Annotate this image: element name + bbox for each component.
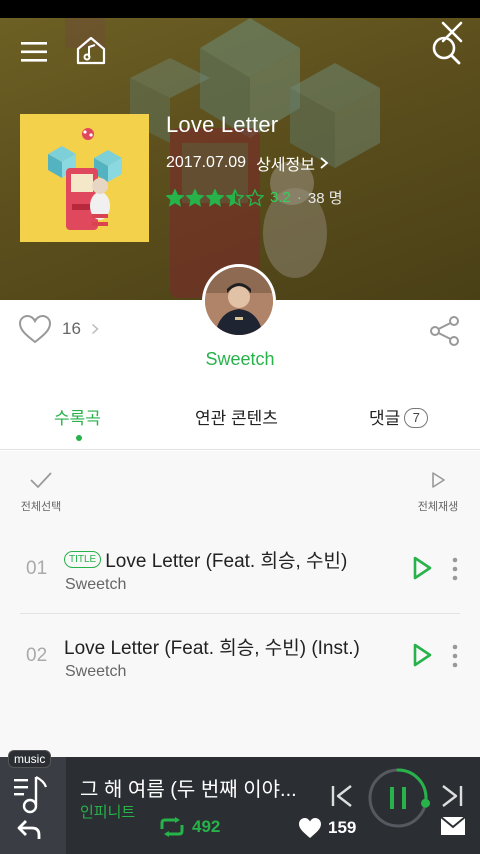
star-icon bbox=[206, 188, 224, 207]
album-detail-link[interactable]: 상세정보 bbox=[256, 151, 329, 175]
play-all-label: 전체재생 bbox=[417, 501, 459, 513]
star-icon bbox=[186, 188, 204, 207]
like-button[interactable]: 16 bbox=[18, 314, 99, 344]
check-icon bbox=[30, 472, 52, 489]
menu-icon[interactable] bbox=[14, 32, 54, 72]
album-hero: Love Letter 2017.07.09 상세정보 3.2 · 38 명 bbox=[0, 18, 480, 300]
track-number: 01 bbox=[26, 558, 48, 579]
player-like-count: 159 bbox=[328, 818, 357, 837]
now-playing-artist[interactable]: 인피니트 bbox=[80, 801, 135, 822]
prev-icon[interactable] bbox=[330, 783, 354, 809]
now-playing-title[interactable]: 그 해 여름 (두 번째 이야... bbox=[80, 773, 297, 802]
rating-score: 3.2 bbox=[270, 189, 291, 206]
search-icon[interactable] bbox=[426, 30, 466, 70]
track-title: Love Letter (Feat. 희승, 수빈) bbox=[105, 551, 348, 572]
pause-button[interactable] bbox=[366, 766, 430, 830]
tab-tracks[interactable]: 수록곡 bbox=[54, 404, 101, 429]
track-artist: Sweetch bbox=[65, 663, 127, 680]
repost-button[interactable]: 492 bbox=[158, 817, 220, 837]
home-music-icon[interactable] bbox=[71, 30, 111, 70]
select-all-label: 전체선택 bbox=[20, 501, 62, 513]
track-row[interactable]: 01 TITLE Love Letter (Feat. 희승, 수빈) Swee… bbox=[0, 528, 480, 614]
tab-comments-label: 댓글 bbox=[369, 409, 401, 428]
more-icon[interactable] bbox=[446, 643, 464, 669]
next-icon[interactable] bbox=[440, 783, 464, 809]
repost-icon bbox=[160, 817, 184, 837]
tab-related[interactable]: 연관 콘텐츠 bbox=[195, 404, 278, 429]
artist-name[interactable]: Sweetch bbox=[0, 349, 480, 370]
pause-icon bbox=[390, 787, 394, 809]
rating-row[interactable]: 3.2 · 38 명 bbox=[166, 187, 343, 208]
playlist-icon[interactable] bbox=[12, 775, 52, 819]
album-title: Love Letter bbox=[166, 112, 279, 137]
repost-count: 492 bbox=[192, 817, 221, 836]
mail-icon[interactable] bbox=[440, 815, 466, 837]
track-title: Love Letter (Feat. 희승, 수빈) (Inst.) bbox=[64, 638, 360, 659]
rating-stars bbox=[166, 188, 264, 207]
track-artist: Sweetch bbox=[65, 576, 127, 593]
rating-count: 38 명 bbox=[307, 190, 343, 207]
comment-count-badge: 7 bbox=[404, 408, 429, 428]
content-tabs: 수록곡 연관 콘텐츠 댓글 7 bbox=[0, 392, 480, 450]
active-tab-indicator bbox=[76, 435, 82, 441]
more-icon[interactable] bbox=[446, 556, 464, 582]
playback-progress-knob[interactable] bbox=[421, 798, 430, 808]
title-track-badge: TITLE bbox=[64, 551, 102, 568]
track-title-row: Love Letter (Feat. 희승, 수빈) (Inst.) bbox=[64, 633, 360, 660]
album-cover[interactable] bbox=[20, 114, 149, 242]
artist-avatar[interactable] bbox=[202, 264, 276, 338]
tab-comments[interactable]: 댓글 7 bbox=[369, 404, 429, 429]
back-icon[interactable] bbox=[16, 819, 42, 839]
player-like-button[interactable]: 159 bbox=[298, 817, 356, 839]
play-icon[interactable] bbox=[410, 554, 434, 582]
star-icon bbox=[246, 188, 264, 207]
release-date: 2017.07.09 bbox=[166, 154, 247, 171]
heart-icon bbox=[299, 818, 321, 838]
rating-separator: · bbox=[296, 189, 302, 206]
music-tag: music bbox=[8, 750, 52, 768]
heart-icon bbox=[18, 314, 52, 344]
player-left-panel bbox=[0, 757, 66, 854]
like-count: 16 bbox=[62, 319, 81, 338]
select-all-button[interactable]: 전체선택 bbox=[18, 470, 64, 514]
star-icon bbox=[166, 188, 184, 207]
play-icon[interactable] bbox=[410, 641, 434, 669]
divider bbox=[20, 613, 460, 614]
status-bar bbox=[0, 0, 480, 18]
share-icon[interactable] bbox=[428, 314, 462, 348]
chevron-right-icon bbox=[320, 157, 329, 169]
play-icon bbox=[432, 472, 445, 488]
track-number: 02 bbox=[26, 645, 48, 666]
chevron-right-icon bbox=[91, 323, 99, 335]
track-title-row: TITLE Love Letter (Feat. 희승, 수빈) bbox=[64, 546, 347, 573]
track-row[interactable]: 02 Love Letter (Feat. 희승, 수빈) (Inst.) Sw… bbox=[0, 615, 480, 701]
album-meta-row: 2017.07.09 상세정보 bbox=[166, 151, 329, 175]
star-icon bbox=[226, 188, 244, 207]
album-detail-label: 상세정보 bbox=[256, 157, 315, 174]
play-all-button[interactable]: 전체재생 bbox=[410, 470, 466, 514]
